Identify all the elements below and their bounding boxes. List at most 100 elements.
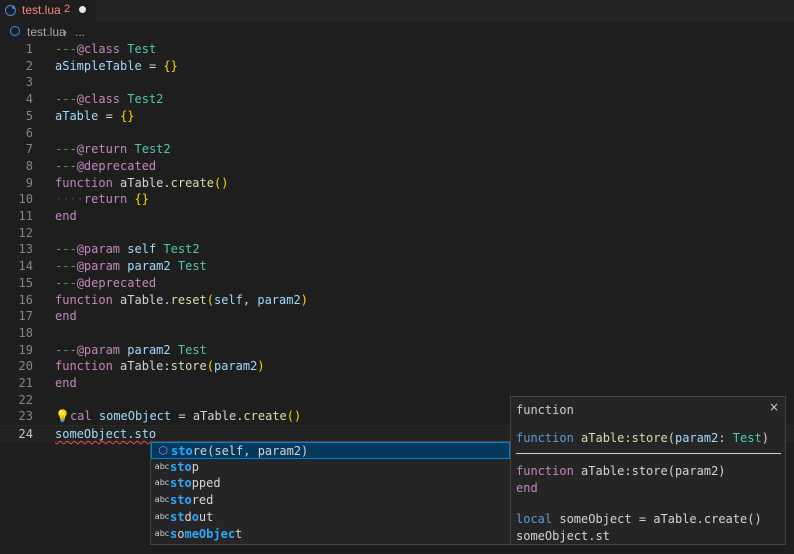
suggestion-label: stdout	[170, 509, 214, 524]
line-content[interactable]: ---@class Test2	[55, 91, 163, 108]
line-content[interactable]: ---@param param2 Test	[55, 258, 207, 275]
line-content[interactable]: ····return {}	[55, 191, 149, 208]
line-content[interactable]: ---@param param2 Test	[55, 342, 207, 359]
code-line: 14 ---@param param2 Test	[0, 258, 794, 275]
line-number: 6	[25, 125, 33, 140]
suggestion-label: stopped	[170, 476, 221, 491]
code-line: 18	[0, 325, 794, 342]
line-content[interactable]: function aTable:store(param2)	[55, 358, 265, 375]
tab-filename: test.lua	[22, 3, 61, 17]
tab-error-count: 2	[64, 3, 71, 15]
line-number: 10	[18, 192, 33, 207]
line-number: 16	[18, 292, 33, 307]
line-content[interactable]: someObject.sto	[55, 426, 156, 443]
line-number: 4	[25, 92, 33, 107]
line-content[interactable]: aTable = {}	[55, 108, 135, 125]
line-number: 1	[25, 42, 33, 56]
text-icon: abc	[154, 495, 170, 505]
line-number: 11	[18, 209, 33, 223]
line-number: 12	[18, 225, 33, 240]
details-title: function	[516, 403, 574, 417]
tab-bar: test.lua 2	[0, 0, 794, 22]
line-content[interactable]: end	[55, 375, 77, 392]
code-line: 13 ---@param self Test2	[0, 241, 794, 258]
line-number: 19	[18, 342, 33, 357]
code-line: 16 function aTable.reset(self, param2)	[0, 292, 794, 309]
line-content[interactable]: end	[55, 308, 77, 325]
suggestion-label: someObject	[170, 526, 243, 541]
line-content[interactable]: ---@deprecated	[55, 275, 156, 292]
details-signature: function aTable:store(param2: Test)	[516, 431, 769, 445]
code-line: 4 ---@class Test2	[0, 91, 794, 108]
code-line: 1 ---@class Test	[0, 41, 794, 58]
line-number: 8	[25, 158, 33, 173]
close-icon[interactable]: ×	[769, 400, 779, 414]
code-line: 17 end	[0, 308, 794, 325]
details-code-line: end	[516, 480, 538, 495]
code-line: 12	[0, 225, 794, 242]
tab-test-lua[interactable]: test.lua 2	[0, 0, 96, 22]
suggestion-item[interactable]: abc someObject	[151, 526, 510, 543]
code-line: 2 aSimpleTable = {}	[0, 58, 794, 75]
suggestion-item[interactable]: abc stdout	[151, 509, 510, 526]
code-line: 15 ---@deprecated	[0, 275, 794, 292]
code-line: 3	[0, 74, 794, 91]
line-content[interactable]: ---@class Test	[55, 41, 156, 58]
code-line: 7 ---@return Test2	[0, 141, 794, 158]
breadcrumb-separator: ›	[63, 25, 67, 39]
text-icon: abc	[154, 511, 170, 521]
line-content[interactable]: function aTable.reset(self, param2)	[55, 292, 308, 309]
line-content[interactable]: aSimpleTable = {}	[55, 58, 178, 75]
code-line: 6	[0, 125, 794, 142]
line-content[interactable]: ---@param self Test2	[55, 241, 200, 258]
suggestion-label: stop	[170, 459, 199, 474]
text-icon: abc	[154, 478, 170, 488]
details-divider	[516, 453, 781, 454]
autocomplete-list[interactable]: ⬡ store(self, param2) abc stop abc stopp…	[150, 441, 511, 545]
code-line: 8 ---@deprecated	[0, 158, 794, 175]
line-content[interactable]: ---@deprecated	[55, 158, 156, 175]
line-number: 22	[18, 392, 33, 407]
code-line: 11 end	[0, 208, 794, 225]
suggestion-item[interactable]: abc stored	[151, 492, 510, 509]
line-content[interactable]: function aTable.create()	[55, 175, 228, 192]
line-number: 9	[25, 175, 33, 190]
code-line: 5 aTable = {}	[0, 108, 794, 125]
suggestion-item[interactable]: abc stopped	[151, 475, 510, 492]
unsaved-dot-icon[interactable]	[79, 6, 86, 13]
line-number: 15	[18, 275, 33, 290]
code-line: 21 end	[0, 375, 794, 392]
breadcrumb-file[interactable]: test.lua	[27, 25, 66, 39]
line-number: 3	[25, 75, 33, 90]
method-icon: ⬡	[158, 444, 168, 457]
text-icon: abc	[154, 461, 170, 471]
code-line: 9 function aTable.create()	[0, 175, 794, 192]
details-code-line: local someObject = aTable.create()	[516, 512, 762, 526]
line-number: 24	[18, 427, 33, 442]
details-code-line: function aTable:store(param2)	[516, 464, 726, 478]
suggestion-item[interactable]: ⬡ store(self, param2)	[151, 442, 510, 459]
lightbulb-icon[interactable]: 💡	[55, 409, 70, 423]
line-number: 14	[18, 259, 33, 274]
suggestion-label: store(self, param2)	[171, 444, 309, 458]
breadcrumb: test.lua › ...	[0, 22, 794, 41]
line-number: 21	[18, 376, 33, 390]
line-number: 2	[25, 58, 33, 73]
suggestion-details-panel: function × function aTable:store(param2:…	[510, 396, 786, 545]
breadcrumb-symbols[interactable]: ...	[75, 25, 85, 39]
line-content[interactable]: end	[55, 208, 77, 225]
line-number: 7	[25, 142, 33, 157]
line-number: 13	[18, 242, 33, 257]
suggestion-label: stored	[170, 493, 214, 508]
code-line: 20 function aTable:store(param2)	[0, 358, 794, 375]
line-content[interactable]: 💡cal someObject = aTable.create()	[55, 408, 301, 425]
line-number: 17	[18, 309, 33, 324]
line-number: 20	[18, 359, 33, 374]
lua-file-icon	[5, 5, 16, 16]
text-icon: abc	[154, 528, 170, 538]
suggestion-item[interactable]: abc stop	[151, 459, 510, 476]
code-line: 10 ····return {}	[0, 191, 794, 208]
line-content[interactable]: ---@return Test2	[55, 141, 171, 158]
lua-file-icon	[10, 26, 20, 36]
details-code-line: someObject.st	[516, 528, 610, 543]
